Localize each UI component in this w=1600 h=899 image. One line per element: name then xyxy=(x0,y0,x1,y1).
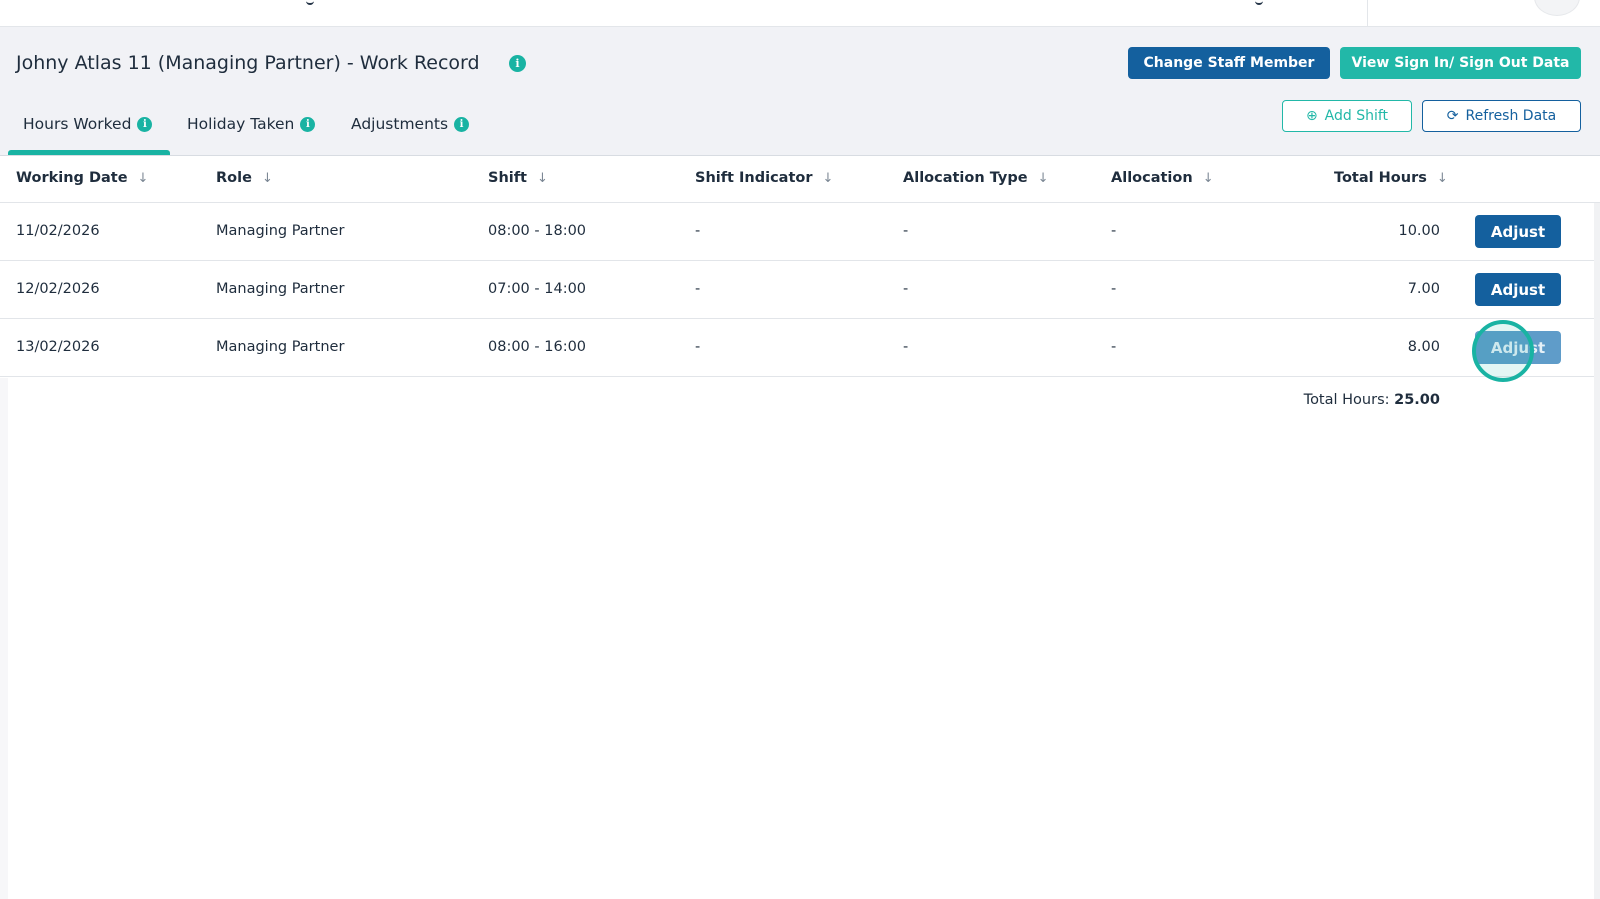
active-tab-indicator xyxy=(8,150,170,155)
info-icon[interactable]: i xyxy=(300,116,316,132)
sort-arrow-icon[interactable]: ↓ xyxy=(1038,171,1049,186)
cell-allocation-type: - xyxy=(903,339,909,355)
avatar[interactable] xyxy=(1534,0,1580,16)
add-shift-label: Add Shift xyxy=(1324,108,1389,124)
cell-total-hours: 7.00 xyxy=(1407,281,1440,297)
click-indicator xyxy=(1472,320,1534,382)
cell-allocation: - xyxy=(1111,281,1117,297)
tab-label: Adjustments xyxy=(351,115,449,133)
cell-role: Managing Partner xyxy=(216,223,345,239)
table-row: 11/02/2026 Managing Partner 08:00 - 18:0… xyxy=(0,203,1600,261)
column-header-shift[interactable]: Shift ↓ xyxy=(488,170,548,186)
info-icon[interactable]: i xyxy=(137,116,153,132)
plus-circle-icon: ⊕ xyxy=(1305,108,1318,124)
refresh-icon: ⟳ xyxy=(1446,108,1459,124)
tab-hours-worked[interactable]: Hours Worked i xyxy=(23,115,153,133)
table-header: Working Date ↓ Role ↓ Shift ↓ Shift Indicat… xyxy=(0,156,1600,203)
tab-adjustments[interactable]: Adjustments i xyxy=(351,115,470,133)
cell-allocation: - xyxy=(1111,223,1117,239)
column-header-shift-indicator[interactable]: Shift Indicator ↓ xyxy=(695,170,833,186)
sort-arrow-icon[interactable]: ↓ xyxy=(537,171,548,186)
refresh-data-label: Refresh Data xyxy=(1465,108,1557,124)
column-header-allocation[interactable]: Allocation ↓ xyxy=(1111,170,1214,186)
clipped-text-fragment xyxy=(306,0,314,5)
sort-arrow-icon[interactable]: ↓ xyxy=(138,171,149,186)
table-row: 13/02/2026 Managing Partner 08:00 - 16:0… xyxy=(0,319,1600,377)
topbar-divider xyxy=(1367,0,1368,26)
cell-shift-indicator: - xyxy=(695,339,701,355)
cell-shift-indicator: - xyxy=(695,281,701,297)
change-staff-member-button[interactable]: Change Staff Member xyxy=(1128,47,1330,79)
left-edge-strip xyxy=(0,378,8,899)
cell-working-date: 11/02/2026 xyxy=(16,223,100,239)
tab-label: Hours Worked xyxy=(23,115,132,133)
cell-working-date: 13/02/2026 xyxy=(16,339,100,355)
tab-holiday-taken[interactable]: Holiday Taken i xyxy=(187,115,316,133)
cell-role: Managing Partner xyxy=(216,339,345,355)
scrollbar[interactable] xyxy=(1594,203,1600,899)
total-hours-summary: Total Hours: 25.00 xyxy=(1160,392,1440,408)
view-sign-in-out-button[interactable]: View Sign In/ Sign Out Data xyxy=(1340,47,1581,79)
info-icon[interactable]: i xyxy=(454,116,470,132)
total-hours-label: Total Hours: xyxy=(1303,392,1390,408)
column-header-total-hours[interactable]: Total Hours ↓ xyxy=(1334,170,1448,186)
top-bar xyxy=(0,0,1600,27)
cell-working-date: 12/02/2026 xyxy=(16,281,100,297)
info-icon[interactable]: i xyxy=(509,55,526,72)
add-shift-button[interactable]: ⊕ Add Shift xyxy=(1282,100,1412,132)
column-header-role[interactable]: Role ↓ xyxy=(216,170,273,186)
cell-shift-indicator: - xyxy=(695,223,701,239)
sort-arrow-icon[interactable]: ↓ xyxy=(1437,171,1448,186)
cell-allocation: - xyxy=(1111,339,1117,355)
cell-total-hours: 8.00 xyxy=(1407,339,1440,355)
tab-label: Holiday Taken xyxy=(187,115,295,133)
cell-total-hours: 10.00 xyxy=(1398,223,1440,239)
cell-allocation-type: - xyxy=(903,281,909,297)
table-row: 12/02/2026 Managing Partner 07:00 - 14:0… xyxy=(0,261,1600,319)
refresh-data-button[interactable]: ⟳ Refresh Data xyxy=(1422,100,1581,132)
sort-arrow-icon[interactable]: ↓ xyxy=(823,171,834,186)
cell-shift: 08:00 - 16:00 xyxy=(488,339,587,355)
total-hours-value: 25.00 xyxy=(1394,392,1440,408)
adjust-button[interactable]: Adjust xyxy=(1475,215,1561,248)
adjust-button[interactable]: Adjust xyxy=(1475,273,1561,306)
sort-arrow-icon[interactable]: ↓ xyxy=(1203,171,1214,186)
column-header-working-date[interactable]: Working Date ↓ xyxy=(16,170,148,186)
clipped-text-fragment xyxy=(1255,0,1263,5)
column-header-allocation-type[interactable]: Allocation Type ↓ xyxy=(903,170,1048,186)
cell-shift: 07:00 - 14:00 xyxy=(488,281,587,297)
page-title: Johny Atlas 11 (Managing Partner) - Work… xyxy=(16,52,480,74)
cell-shift: 08:00 - 18:00 xyxy=(488,223,587,239)
sort-arrow-icon[interactable]: ↓ xyxy=(262,171,273,186)
cell-allocation-type: - xyxy=(903,223,909,239)
cell-role: Managing Partner xyxy=(216,281,345,297)
